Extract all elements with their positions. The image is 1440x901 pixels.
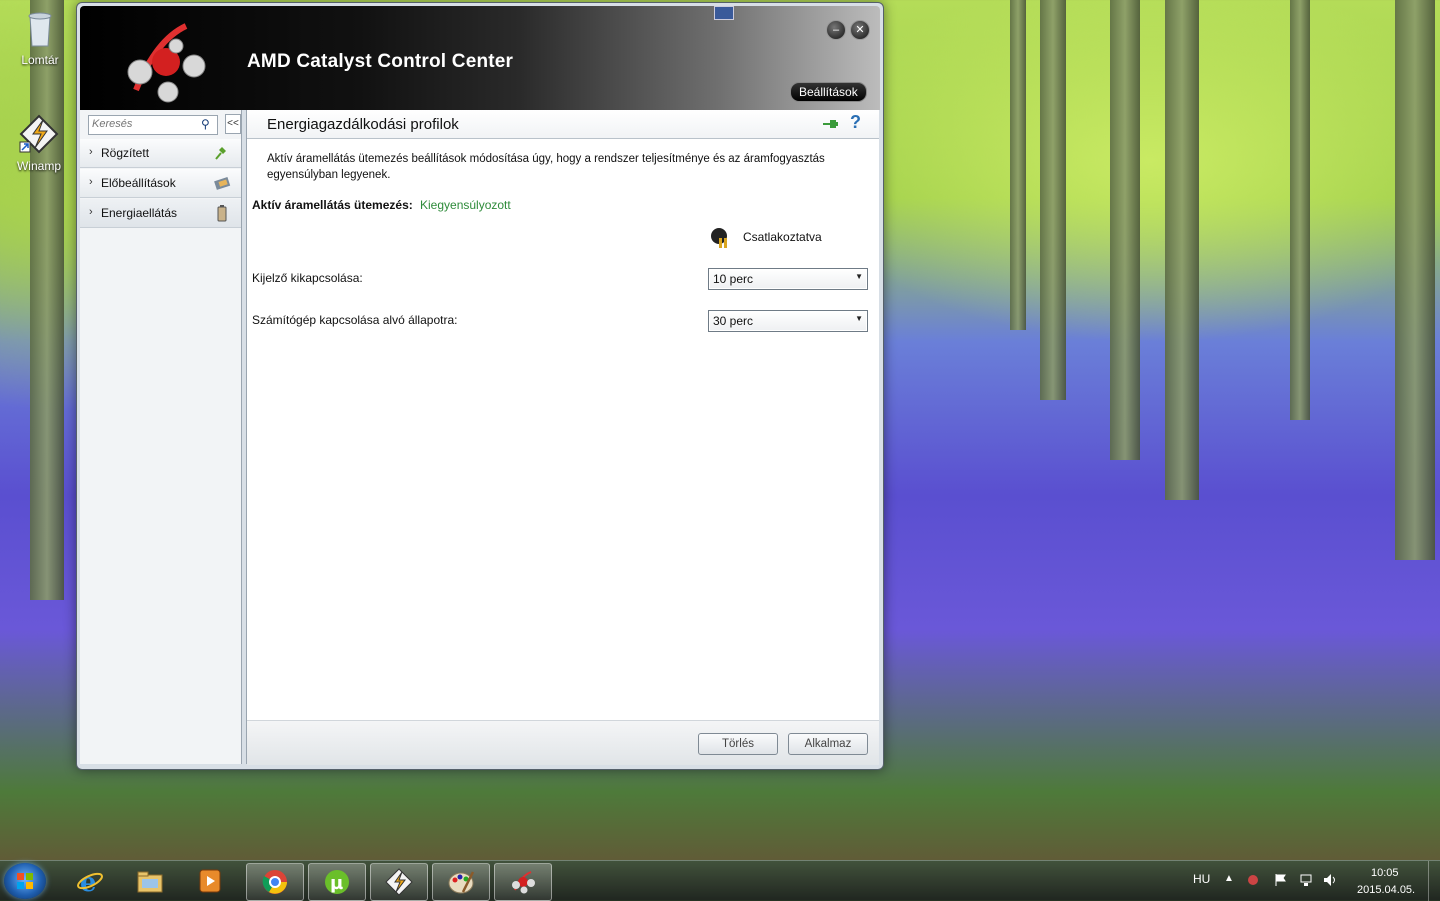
tree-trunk	[1290, 0, 1310, 420]
winamp-icon	[385, 868, 413, 896]
discard-button[interactable]: Törlés	[698, 733, 778, 755]
show-hidden-icons-button[interactable]: ▲	[1224, 873, 1234, 884]
ac-plug-icon	[711, 228, 727, 248]
schedule-label: Aktív áramellátás ütemezés:	[252, 198, 413, 212]
clock-time[interactable]: 10:05	[1371, 867, 1399, 879]
pin-page-icon[interactable]	[821, 116, 839, 132]
amd-catalyst-window: AMD Catalyst Control Center – ✕ Beállítá…	[76, 2, 884, 770]
tree-trunk	[1010, 0, 1026, 330]
sidebar-item-pinned[interactable]: › Rögzített	[80, 139, 241, 168]
apply-button[interactable]: Alkalmaz	[788, 733, 868, 755]
tree-trunk	[1165, 0, 1199, 500]
windows-logo-icon	[17, 873, 33, 889]
desktop-icon-winamp[interactable]: Winamp	[4, 114, 74, 173]
sidebar-item-power[interactable]: › Energiaellátás	[80, 199, 241, 228]
battery-icon	[217, 205, 227, 222]
tree-trunk	[30, 0, 64, 600]
winamp-icon	[19, 114, 59, 154]
svg-text:e: e	[80, 868, 97, 895]
dropdown-arrow-icon: ▼	[855, 272, 863, 281]
finnish-flag-icon	[714, 6, 734, 20]
tree-trunk	[1110, 0, 1140, 460]
utorrent-tray-icon[interactable]	[1246, 873, 1260, 887]
media-player-icon	[199, 869, 221, 893]
language-indicator[interactable]: HU	[1193, 872, 1210, 886]
svg-text:µ: µ	[330, 873, 343, 894]
pin-icon	[215, 147, 226, 160]
taskbar-utorrent[interactable]: µ	[308, 863, 366, 901]
dropdown-value: 10 perc	[713, 272, 754, 286]
sidebar-item-label: Energiaellátás	[101, 206, 178, 220]
page-description: Aktív áramellátás ütemezés beállítások m…	[267, 153, 825, 181]
taskbar-media-player[interactable]	[182, 863, 238, 899]
start-button[interactable]	[4, 863, 46, 899]
chevron-right-icon: ›	[89, 206, 93, 218]
show-desktop-button[interactable]	[1428, 861, 1440, 901]
taskbar-winamp[interactable]	[370, 863, 428, 901]
display-off-dropdown[interactable]: 10 perc ▼	[708, 268, 868, 290]
chrome-icon	[262, 870, 287, 894]
clock-date[interactable]: 2015.04.05.	[1357, 884, 1415, 896]
search-icon[interactable]: ⚲	[201, 117, 215, 131]
schedule-value: Kiegyensúlyozott	[420, 198, 511, 212]
minimize-button[interactable]: –	[826, 20, 846, 40]
desktop-icon-label: Winamp	[16, 159, 61, 173]
dropdown-arrow-icon: ▼	[855, 314, 863, 323]
help-icon[interactable]: ?	[850, 112, 861, 133]
panel-header: Energiagazdálkodási profilok ?	[247, 110, 879, 139]
paint-icon	[448, 871, 475, 894]
volume-icon[interactable]	[1323, 873, 1337, 887]
settings-button[interactable]: Beállítások	[790, 82, 867, 102]
utorrent-icon: µ	[325, 870, 349, 894]
sidebar: ⚲ << › Rögzített › Előbeállítások › Ener…	[80, 110, 242, 764]
taskbar-file-explorer[interactable]	[122, 863, 178, 899]
taskbar-paint[interactable]	[432, 863, 490, 901]
search-input[interactable]	[89, 116, 199, 132]
network-icon[interactable]	[1299, 873, 1313, 887]
taskbar-chrome[interactable]	[246, 863, 304, 901]
chevron-right-icon: ›	[89, 176, 93, 188]
file-explorer-icon	[137, 871, 163, 893]
action-center-flag-icon[interactable]	[1274, 873, 1288, 887]
desktop-icon-label: Lomtár	[21, 53, 59, 67]
recycle-bin-icon	[28, 12, 52, 47]
sidebar-item-presets[interactable]: › Előbeállítások	[80, 169, 241, 198]
sidebar-item-label: Rögzített	[101, 146, 150, 160]
taskbar: e µ HU ▲ 10:05 2015.04.05.	[0, 860, 1440, 901]
collapse-sidebar-button[interactable]: <<	[225, 114, 241, 134]
internet-explorer-icon: e	[77, 868, 103, 895]
sleep-dropdown[interactable]: 30 perc ▼	[708, 310, 868, 332]
taskbar-internet-explorer[interactable]: e	[62, 863, 118, 899]
presets-icon	[214, 177, 231, 190]
sleep-label: Számítógép kapcsolása alvó állapotra:	[252, 313, 458, 327]
app-title: AMD Catalyst Control Center	[247, 51, 514, 72]
taskbar-amd-catalyst[interactable]	[494, 863, 552, 901]
chevron-right-icon: ›	[89, 146, 93, 158]
dropdown-value: 30 perc	[713, 314, 754, 328]
page-title: Energiagazdálkodási profilok	[267, 116, 459, 133]
amd-catalyst-logo	[127, 23, 206, 103]
sidebar-item-label: Előbeállítások	[101, 176, 176, 190]
tree-trunk	[1395, 0, 1435, 560]
desktop-icon-recycle-bin[interactable]: Lomtár	[5, 8, 75, 67]
tree-trunk	[1040, 0, 1066, 400]
window-header: AMD Catalyst Control Center – ✕ Beállítá…	[80, 6, 880, 110]
display-off-label: Kijelző kikapcsolása:	[252, 271, 363, 285]
panel-footer: Törlés Alkalmaz	[247, 720, 879, 765]
search-box: ⚲	[88, 115, 218, 135]
close-button[interactable]: ✕	[850, 20, 870, 40]
amd-catalyst-icon	[512, 871, 535, 894]
main-panel: Energiagazdálkodási profilok ? Aktív ára…	[246, 110, 879, 765]
power-source-label: Csatlakoztatva	[743, 230, 822, 244]
